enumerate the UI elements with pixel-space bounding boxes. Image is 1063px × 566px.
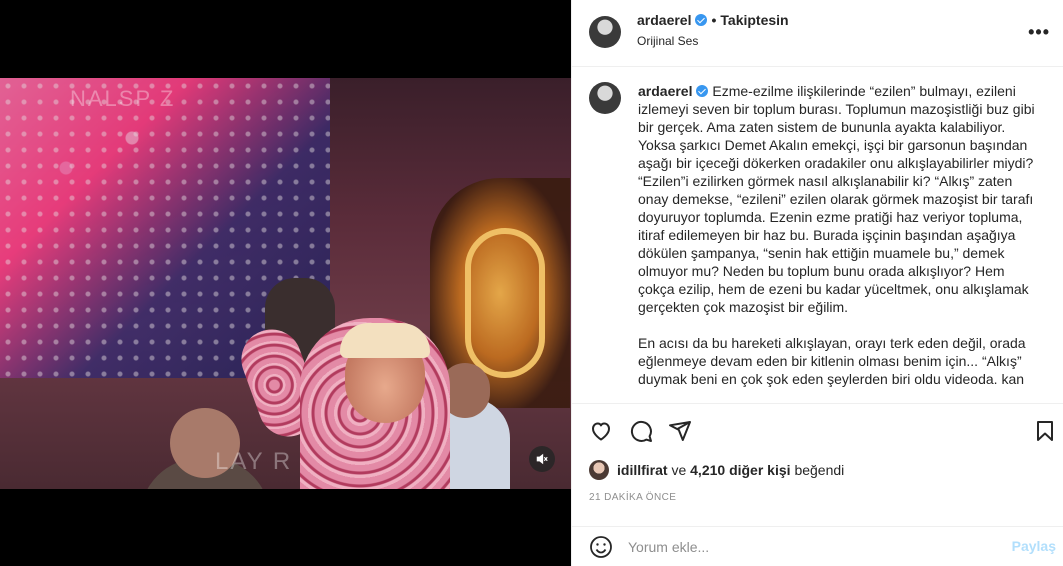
- liker-avatar[interactable]: [589, 460, 609, 480]
- liker-username[interactable]: idillfirat: [617, 462, 668, 478]
- video-singer-hair: [340, 323, 430, 358]
- comment-icon[interactable]: [629, 419, 655, 445]
- audio-label[interactable]: Orijinal Ses: [637, 34, 698, 48]
- comment-bar: Paylaş: [572, 526, 1063, 566]
- media-panel: NALSP Z LAY R: [0, 0, 571, 566]
- caption-text: ardaerel Ezme-ezilme ilişkilerinde “ezil…: [638, 82, 1038, 388]
- header-user-line: ardaerel • Takiptesin: [637, 12, 789, 28]
- post-header: ardaerel • Takiptesin Orijinal Ses •••: [572, 0, 1063, 67]
- post-panel: ardaerel • Takiptesin Orijinal Ses ••• ard…: [571, 0, 1063, 566]
- likes-count[interactable]: 4,210 diğer kişi: [690, 462, 790, 478]
- heart-icon[interactable]: [589, 419, 615, 445]
- likes-connector: ve: [671, 462, 687, 478]
- comment-input[interactable]: [628, 536, 988, 558]
- separator-dot: •: [711, 12, 717, 28]
- caption-paragraph-2: En acısı da bu hareketi alkışlayan, oray…: [638, 335, 1030, 387]
- avatar[interactable]: [589, 16, 621, 48]
- follow-status-button[interactable]: Takiptesin: [720, 12, 788, 28]
- send-icon[interactable]: [668, 419, 694, 445]
- caption-username[interactable]: ardaerel: [638, 83, 692, 99]
- likes-suffix: beğendi: [794, 462, 845, 478]
- emoji-icon[interactable]: [589, 535, 613, 559]
- post-comment-button[interactable]: Paylaş: [1012, 538, 1056, 554]
- actions-section: idillfirat ve 4,210 diğer kişi beğendi 2…: [572, 403, 1063, 566]
- more-options-icon[interactable]: •••: [1028, 22, 1050, 43]
- post-timestamp[interactable]: 21 DAKİKA ÖNCE: [589, 492, 676, 503]
- likes-summary: idillfirat ve 4,210 diğer kişi beğendi: [589, 460, 844, 480]
- verified-badge-icon: [695, 14, 708, 26]
- verified-badge-icon: [696, 85, 709, 97]
- bookmark-icon[interactable]: [1033, 419, 1059, 445]
- video-watermark: LAY R: [215, 448, 293, 475]
- speaker-muted-icon[interactable]: [529, 446, 555, 472]
- caption-paragraph-1: Ezme-ezilme ilişkilerinde “ezilen” bulma…: [638, 83, 1039, 315]
- caption-area: ardaerel Ezme-ezilme ilişkilerinde “ezil…: [572, 68, 1063, 403]
- video-watermark-top: NALSP Z: [70, 86, 176, 111]
- header-username[interactable]: ardaerel: [637, 12, 691, 28]
- video-player[interactable]: NALSP Z LAY R: [0, 78, 571, 489]
- caption-avatar[interactable]: [589, 82, 621, 114]
